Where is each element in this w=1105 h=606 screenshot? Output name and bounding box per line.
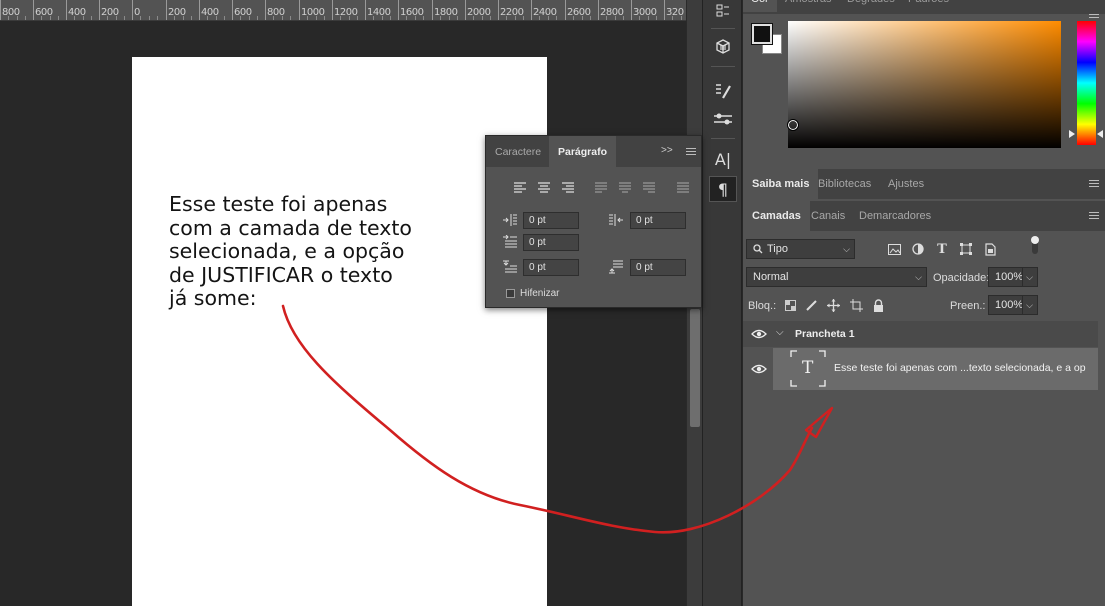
annotation-arrow [281, 304, 834, 534]
